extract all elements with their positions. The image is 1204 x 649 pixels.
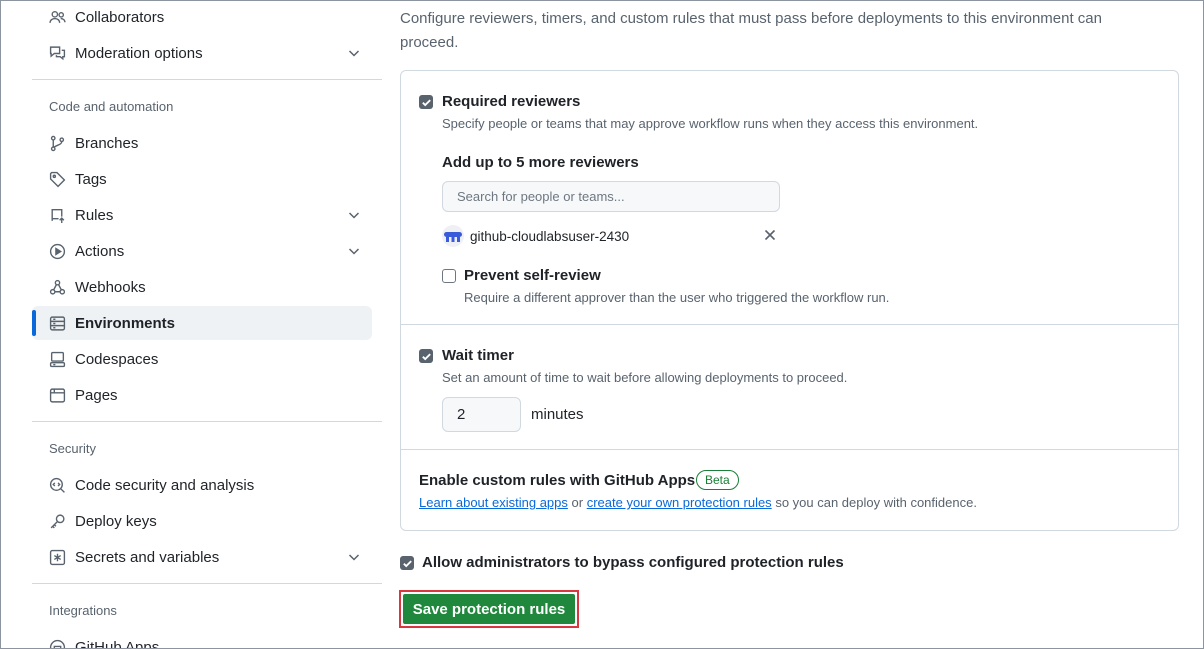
section-heading-integrations: Integrations [49,603,117,618]
wait-timer-minutes-input[interactable] [442,397,521,432]
codespaces-icon [48,350,66,368]
chevron-down-icon[interactable] [346,45,362,61]
webhook-icon [48,278,66,296]
key-icon [48,512,66,530]
or-text: or [571,495,584,510]
section-divider [401,449,1178,450]
codescan-icon [48,476,66,494]
settings-sidebar: Collaborators Moderation options Code an… [0,0,382,649]
allow-admins-bypass-checkbox[interactable] [400,556,414,570]
sidebar-item-rules[interactable]: Rules [32,198,372,232]
browser-icon [48,386,66,404]
repo-push-icon [48,206,66,224]
sidebar-item-label: GitHub Apps [75,638,160,649]
sidebar-item-deploy-keys[interactable]: Deploy keys [32,504,372,538]
prevent-self-review-note: Require a different approver than the us… [464,290,890,305]
sidebar-item-moderation-options[interactable]: Moderation options [32,36,372,70]
sidebar-item-label: Collaborators [75,8,165,26]
chevron-down-icon[interactable] [346,243,362,259]
tag-icon [48,170,66,188]
prevent-self-review-label: Prevent self-review [464,267,601,284]
sidebar-item-label: Branches [75,134,139,152]
required-reviewers-note: Specify people or teams that may approve… [442,116,979,131]
sidebar-item-actions[interactable]: Actions [32,234,372,268]
close-icon[interactable] [763,228,777,242]
section-divider [401,324,1178,325]
custom-rules-title: Enable custom rules with GitHub Apps [419,472,696,489]
chevron-down-icon[interactable] [346,549,362,565]
sidebar-item-collaborators[interactable]: Collaborators [32,0,372,34]
sidebar-item-label: Secrets and variables [75,548,220,566]
sidebar-item-label: Webhooks [75,278,146,296]
sidebar-item-label: Tags [75,170,107,188]
apps-icon [48,638,66,649]
sidebar-item-label: Pages [75,386,118,404]
section-heading-code-and-automation: Code and automation [49,99,174,114]
sidebar-divider [32,583,382,584]
sidebar-divider [32,421,382,422]
save-protection-rules-button[interactable]: Save protection rules [403,594,575,624]
create-protection-rules-link[interactable]: create your own protection rules [587,495,772,510]
required-reviewers-label: Required reviewers [442,93,581,110]
sidebar-item-branches[interactable]: Branches [32,126,372,160]
sidebar-item-webhooks[interactable]: Webhooks [32,270,372,304]
wait-timer-label: Wait timer [442,347,514,364]
sidebar-item-label: Rules [75,206,114,224]
sidebar-item-label: Codespaces [75,350,159,368]
sidebar-item-label: Actions [75,242,125,260]
reviewer-item: github-cloudlabsuser-2430 [442,225,629,247]
server-icon [48,314,66,332]
play-icon [48,242,66,260]
sidebar-item-github-apps[interactable]: GitHub Apps [32,630,372,649]
sidebar-item-secrets-and-variables[interactable]: Secrets and variables [32,540,372,574]
chevron-down-icon[interactable] [346,207,362,223]
wait-timer-checkbox[interactable] [419,349,433,363]
sidebar-item-pages[interactable]: Pages [32,378,372,412]
sidebar-item-codespaces[interactable]: Codespaces [32,342,372,376]
required-reviewers-checkbox[interactable] [419,95,433,109]
asterisk-icon [48,548,66,566]
sidebar-divider [32,79,382,80]
custom-rules-label: Enable custom rules with GitHub Apps [419,472,695,489]
sidebar-item-tags[interactable]: Tags [32,162,372,196]
avatar [442,225,464,247]
beta-badge: Beta [696,470,739,490]
add-reviewers-label: Add up to 5 more reviewers [442,154,639,171]
custom-rules-tail-text: so you can deploy with confidence. [775,495,977,510]
sidebar-item-code-security[interactable]: Code security and analysis [32,468,372,502]
sidebar-item-label: Deploy keys [75,512,157,530]
learn-existing-apps-link[interactable]: Learn about existing apps [419,495,568,510]
sidebar-item-environments[interactable]: Environments [32,306,372,340]
allow-admins-bypass-label: Allow administrators to bypass configure… [422,554,844,571]
sidebar-item-label: Environments [75,314,176,332]
wait-timer-note: Set an amount of time to wait before all… [442,370,848,385]
sidebar-item-label: Code security and analysis [75,476,255,494]
reviewer-search-input[interactable] [442,181,780,212]
people-icon [48,8,66,26]
prevent-self-review-checkbox[interactable] [442,269,456,283]
save-button-highlight: Save protection rules [399,590,579,628]
minutes-unit-label: minutes [531,406,584,423]
custom-rules-links: Learn about existing apps or create your… [419,495,977,510]
protection-rules-description: Configure reviewers, timers, and custom … [400,10,1102,51]
reviewer-name: github-cloudlabsuser-2430 [470,228,630,244]
section-heading-security: Security [49,441,96,456]
sidebar-item-label: Moderation options [75,44,203,62]
git-branch-icon [48,134,66,152]
protection-rules-box: Required reviewers Specify people or tea… [400,70,1179,531]
comment-discussion-icon [48,44,66,62]
